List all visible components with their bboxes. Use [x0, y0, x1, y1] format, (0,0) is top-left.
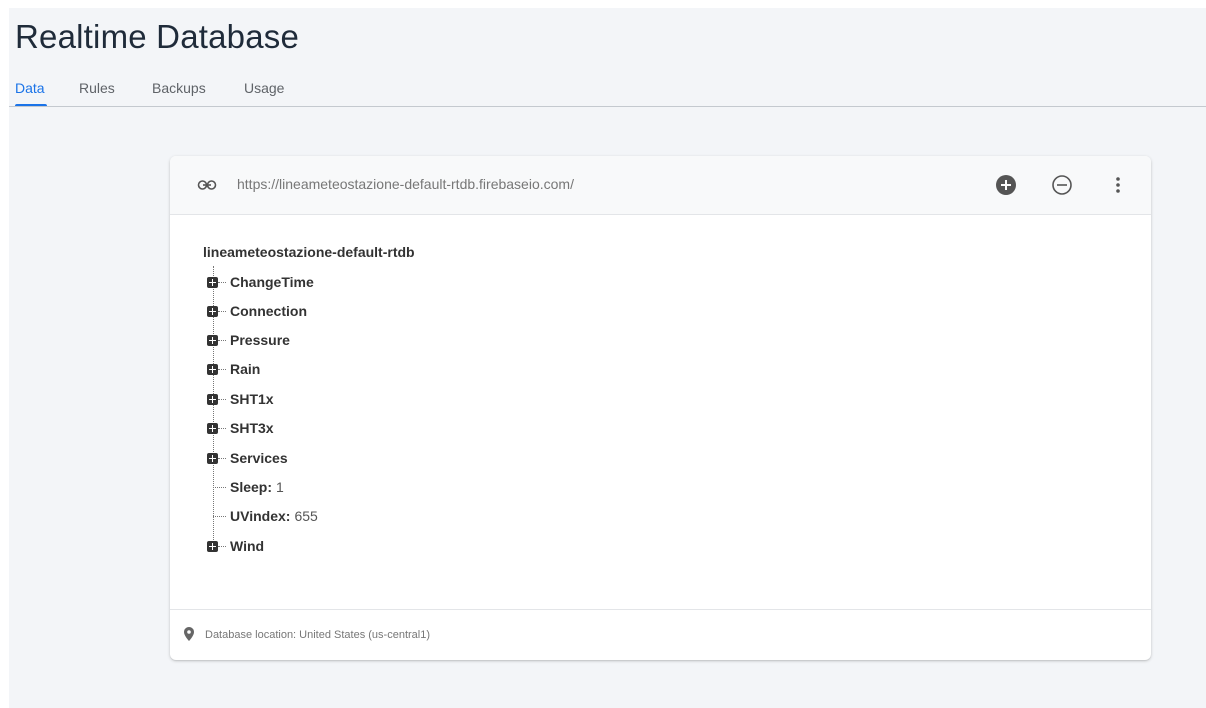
tab-bar: Data Rules Backups Usage [9, 80, 1206, 108]
expand-icon[interactable] [207, 423, 218, 434]
tabs-divider [9, 106, 1206, 107]
expand-icon[interactable] [207, 364, 218, 375]
leaf-value[interactable]: 1 [276, 479, 284, 495]
remove-circle-icon[interactable] [1050, 173, 1074, 197]
card-footer: Database location: United States (us-cen… [170, 609, 1151, 661]
location-pin-icon [184, 627, 194, 641]
expand-icon[interactable] [207, 541, 218, 552]
tab-usage[interactable]: Usage [244, 80, 284, 96]
tab-rules[interactable]: Rules [79, 80, 115, 96]
expand-icon[interactable] [207, 394, 218, 405]
tab-data[interactable]: Data [15, 80, 45, 96]
page-title: Realtime Database [15, 18, 300, 55]
page-background: Realtime Database Data Rules Backups Usa… [9, 8, 1206, 708]
database-url[interactable]: https://lineameteostazione-default-rtdb.… [237, 176, 574, 192]
expand-icon[interactable] [207, 306, 218, 317]
tree-root[interactable]: lineameteostazione-default-rtdb [203, 244, 415, 260]
database-card: https://lineameteostazione-default-rtdb.… [170, 156, 1151, 660]
add-circle-icon[interactable] [994, 173, 1018, 197]
expand-icon[interactable] [207, 277, 218, 288]
link-icon [197, 180, 217, 190]
expand-icon[interactable] [207, 335, 218, 346]
expand-icon[interactable] [207, 453, 218, 464]
leaf-value[interactable]: 655 [294, 508, 317, 524]
tab-backups[interactable]: Backups [152, 80, 206, 96]
more-vert-icon[interactable] [1106, 173, 1130, 197]
database-location: Database location: United States (us-cen… [205, 629, 431, 641]
card-header: https://lineameteostazione-default-rtdb.… [170, 156, 1151, 215]
